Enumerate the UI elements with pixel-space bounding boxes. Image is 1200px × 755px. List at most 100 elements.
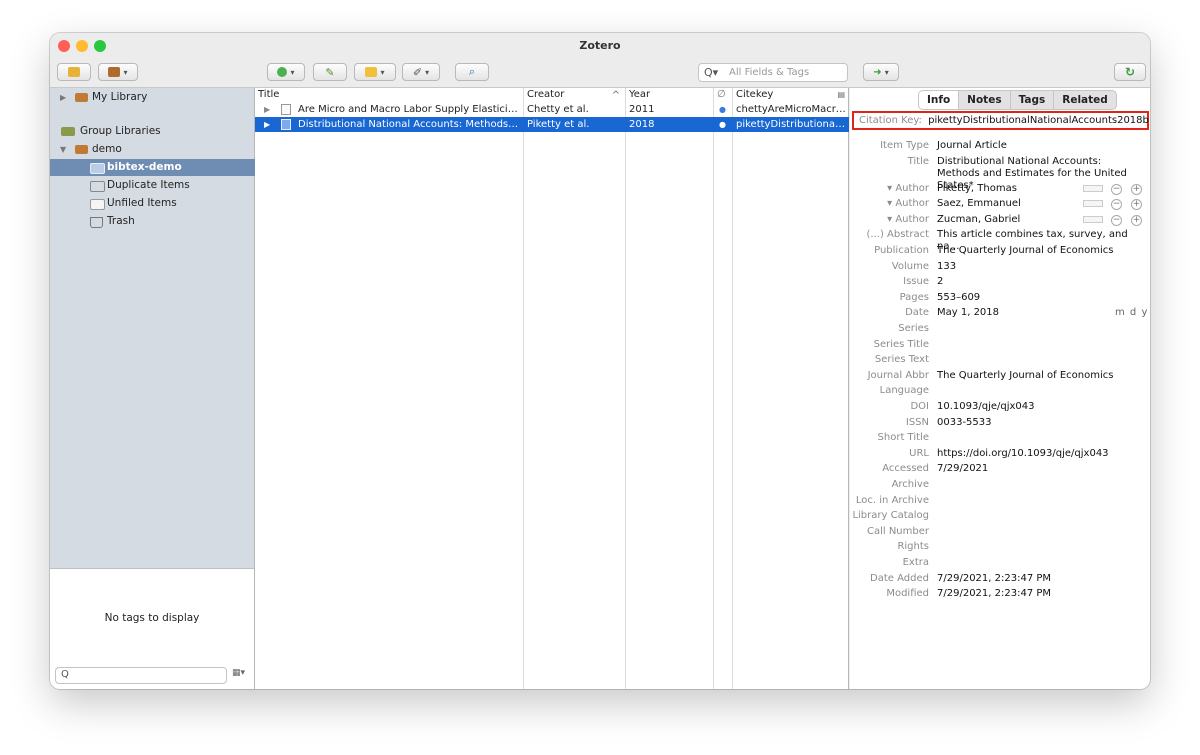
column-picker-icon: ▤ <box>837 90 845 99</box>
field-value[interactable]: 2 <box>937 276 1147 288</box>
expand-triangle-icon[interactable]: ▶ <box>264 102 270 117</box>
library-actions-button[interactable]: ▾ <box>98 63 138 81</box>
tag-actions-button[interactable]: ▦▾ <box>232 668 245 678</box>
field-value[interactable]: 7/29/2021, 2:23:47 PM <box>937 573 1147 585</box>
field-label: Call Number <box>866 525 929 537</box>
tab-related[interactable]: Related <box>1054 91 1116 109</box>
creator-type-switch[interactable] <box>1083 200 1103 208</box>
citation-key-box[interactable]: Citation Key: pikettyDistributionalNatio… <box>852 111 1149 130</box>
arrow-right-icon: ➜ <box>873 66 882 78</box>
field-label[interactable]: ▾ Author <box>850 198 929 209</box>
tag-selector: No tags to display Q ▦▾ <box>50 568 255 689</box>
attachment-dot-icon: ● <box>719 120 726 129</box>
group-libraries-label: Group Libraries <box>80 125 161 137</box>
search-input[interactable]: Q▾ All Fields & Tags <box>698 63 848 82</box>
creator-type-switch[interactable] <box>1083 215 1103 223</box>
remove-creator-icon[interactable]: − <box>1111 183 1122 195</box>
column-divider <box>523 88 524 689</box>
column-divider <box>625 88 626 689</box>
advanced-search-button[interactable]: ⌕ <box>455 63 489 81</box>
field-value[interactable]: Journal Article <box>937 140 1147 152</box>
remove-creator-icon[interactable]: − <box>1111 214 1122 226</box>
tab-info[interactable]: Info <box>919 91 960 109</box>
collection-item-bibtex-demo[interactable]: bibtex-demo <box>50 159 255 176</box>
column-header-citekey[interactable]: Citekey ▤ <box>733 88 849 101</box>
field-label: Date Added <box>870 572 929 584</box>
add-by-identifier-button[interactable]: ✎ <box>313 63 347 81</box>
tag-filter-input[interactable]: Q <box>55 667 227 684</box>
column-header-year[interactable]: Year <box>626 88 713 101</box>
field-value[interactable]: The Quarterly Journal of Economics <box>937 245 1147 257</box>
title-bar: Zotero <box>50 33 1150 59</box>
paperclip-icon: ✐ <box>412 65 423 79</box>
attachment-dot-icon: ● <box>719 105 726 114</box>
field-label: Journal Abbr <box>867 369 929 381</box>
citekey-header-label: Citekey <box>736 89 774 100</box>
duplicate-items-icon <box>90 181 105 192</box>
table-row[interactable]: ▶ Are Micro and Macro Labor Supply Elast… <box>255 102 849 117</box>
paperclip-icon: ∅ <box>717 89 726 100</box>
creator-header-label: Creator <box>527 89 565 100</box>
field-value[interactable]: 7/29/2021 <box>937 463 1147 475</box>
note-icon <box>365 67 378 77</box>
new-note-button[interactable]: ▾ <box>354 63 396 81</box>
field-value[interactable]: 7/29/2021, 2:23:47 PM <box>937 588 1147 600</box>
table-row[interactable]: ▶ Distributional National Accounts: Meth… <box>255 117 849 132</box>
date-format-indicator: m d y <box>1115 307 1149 319</box>
plus-circle-icon <box>277 67 288 77</box>
field-label[interactable]: ▾ Author <box>850 214 929 225</box>
new-collection-button[interactable] <box>57 63 91 81</box>
expand-triangle-icon[interactable]: ▶ <box>264 117 270 132</box>
field-label: URL <box>909 447 929 459</box>
field-label: Language <box>879 385 929 397</box>
unfiled-items-item[interactable]: Unfiled Items <box>50 195 255 212</box>
field-value[interactable]: https://doi.org/10.1093/qje/qjx043 <box>937 448 1147 460</box>
tab-notes[interactable]: Notes <box>959 91 1011 109</box>
field-label: Issue <box>903 276 929 288</box>
creator-type-switch[interactable] <box>1083 184 1103 192</box>
search-icon: Q <box>61 669 69 680</box>
field-label: Loc. in Archive <box>855 494 929 506</box>
field-value[interactable]: 133 <box>937 261 1147 273</box>
search-icon: ⌕ <box>468 65 476 78</box>
field-label: Accessed <box>882 463 929 475</box>
window-title: Zotero <box>579 39 621 52</box>
field-label: Extra <box>902 557 929 568</box>
locate-button[interactable]: ➜ ▾ <box>863 63 899 81</box>
citation-key-value: pikettyDistributionalNationalAccounts201… <box>928 115 1149 126</box>
field-label: Series Title <box>873 338 929 350</box>
item-year: 2011 <box>629 104 655 115</box>
field-label: Archive <box>891 479 929 490</box>
duplicate-items-item[interactable]: Duplicate Items <box>50 177 255 194</box>
tab-tags[interactable]: Tags <box>1011 91 1055 109</box>
column-header-creator[interactable]: Creator ^ <box>524 88 625 101</box>
trash-item[interactable]: Trash <box>50 213 255 230</box>
field-label[interactable]: ▾ Author <box>850 183 929 194</box>
item-creator: Piketty et al. <box>527 119 590 130</box>
field-label: Rights <box>897 541 929 553</box>
folder-icon <box>90 163 105 174</box>
field-value[interactable]: 0033-5533 <box>937 417 1147 429</box>
library-icon <box>75 93 88 102</box>
item-title: Distributional National Accounts: Method… <box>298 119 520 130</box>
add-creator-icon[interactable]: + <box>1131 183 1142 195</box>
group-item-demo[interactable]: ▼ demo <box>50 141 255 158</box>
my-library-item[interactable]: ▶ My Library <box>50 89 255 106</box>
library-icon <box>75 145 88 154</box>
field-label: DOI <box>910 401 929 412</box>
column-header-attachments[interactable]: ∅ <box>714 88 732 101</box>
add-attachment-button[interactable]: ✐ ▾ <box>402 63 440 81</box>
field-label: Pages <box>899 291 929 303</box>
chevron-down-icon: ▾ <box>123 67 128 77</box>
collections-pane: ▶ My Library Group Libraries ▼ demo bibt… <box>50 88 255 568</box>
field-value[interactable]: 553–609 <box>937 292 1147 304</box>
field-label: Title <box>907 155 929 167</box>
field-value[interactable]: 10.1093/qje/qjx043 <box>937 401 1147 413</box>
field-value[interactable]: The Quarterly Journal of Economics <box>937 370 1147 382</box>
new-item-button[interactable]: ▾ <box>267 63 305 81</box>
item-citekey: pikettyDistributional… <box>736 119 846 130</box>
add-creator-icon[interactable]: + <box>1131 214 1142 226</box>
duplicate-items-label: Duplicate Items <box>107 179 190 191</box>
sync-button[interactable]: ↻ <box>1114 63 1146 81</box>
column-header-title[interactable]: Title <box>255 88 523 101</box>
